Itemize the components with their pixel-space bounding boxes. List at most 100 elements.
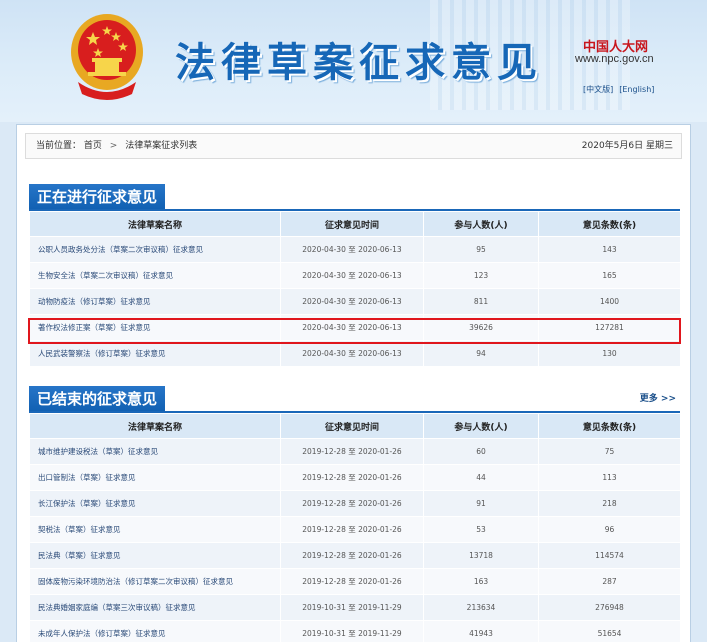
- participants-cell: 44: [423, 464, 539, 491]
- draft-link[interactable]: 生物安全法（草案二次审议稿）征求意见: [38, 271, 173, 280]
- draft-name-cell: 民法典（草案）征求意见: [29, 542, 281, 569]
- draft-link[interactable]: 城市维护建设税法（草案）征求意见: [38, 447, 158, 456]
- column-header-name: 法律草案名称: [29, 413, 281, 439]
- participants-cell: 60: [423, 438, 539, 465]
- comments-cell: 1400: [538, 288, 681, 315]
- breadcrumb: 当前位置： 首页 > 法律草案征求列表: [36, 134, 197, 158]
- ongoing-section-heading: 正在进行征求意见: [29, 184, 166, 210]
- comments-cell: 130: [538, 340, 681, 367]
- table-row: 公职人员政务处分法（草案二次审议稿）征求意见 2020-04-30 至 2020…: [29, 236, 681, 263]
- comments-cell: 143: [538, 236, 681, 263]
- table-row: 著作权法修正案（草案）征求意见 2020-04-30 至 2020-06-13 …: [29, 314, 681, 341]
- participants-cell: 53: [423, 516, 539, 543]
- period-cell: 2019-12-28 至 2020-01-26: [280, 568, 424, 595]
- participants-cell: 39626: [423, 314, 539, 341]
- comments-cell: 127281: [538, 314, 681, 341]
- draft-link[interactable]: 长江保护法（草案）征求意见: [38, 499, 136, 508]
- draft-link[interactable]: 公职人员政务处分法（草案二次审议稿）征求意见: [38, 245, 203, 254]
- site-banner: 法律草案征求意见 中国人大网 www.npc.gov.cn [中文版] [Engl…: [0, 0, 707, 122]
- column-header-people: 参与人数(人): [423, 211, 539, 237]
- breadcrumb-separator: >: [109, 141, 118, 151]
- table-row: 民法典婚姻家庭编（草案三次审议稿）征求意见 2019-10-31 至 2019-…: [29, 594, 681, 621]
- draft-link[interactable]: 出口管制法（草案）征求意见: [38, 473, 136, 482]
- period-cell: 2019-12-28 至 2020-01-26: [280, 542, 424, 569]
- comments-cell: 287: [538, 568, 681, 595]
- column-header-count: 意见条数(条): [538, 211, 681, 237]
- draft-link[interactable]: 民法典（草案）征求意见: [38, 551, 121, 560]
- period-cell: 2019-12-28 至 2020-01-26: [280, 438, 424, 465]
- content-panel: 当前位置： 首页 > 法律草案征求列表 2020年5月6日 星期三 正在进行征求…: [16, 124, 691, 642]
- closed-section-heading: 已结束的征求意见: [29, 386, 166, 412]
- period-cell: 2020-04-30 至 2020-06-13: [280, 340, 424, 367]
- draft-name-cell: 固体废物污染环境防治法（修订草案二次审议稿）征求意见: [29, 568, 281, 595]
- period-cell: 2019-10-31 至 2019-11-29: [280, 620, 424, 642]
- table-row: 人民武装警察法（修订草案）征求意见 2020-04-30 至 2020-06-1…: [29, 340, 681, 367]
- lang-english-link[interactable]: [English]: [619, 85, 654, 94]
- comments-cell: 114574: [538, 542, 681, 569]
- participants-cell: 91: [423, 490, 539, 517]
- draft-link[interactable]: 动物防疫法（修订草案）征求意见: [38, 297, 151, 306]
- more-link[interactable]: 更多 >>: [640, 391, 676, 404]
- draft-name-cell: 生物安全法（草案二次审议稿）征求意见: [29, 262, 281, 289]
- draft-link[interactable]: 未成年人保护法（修订草案）征求意见: [38, 629, 166, 638]
- closed-table: 法律草案名称 征求意见时间 参与人数(人) 意见条数(条) 城市维护建设税法（草…: [29, 413, 681, 642]
- draft-link[interactable]: 固体废物污染环境防治法（修订草案二次审议稿）征求意见: [38, 577, 233, 586]
- table-row: 长江保护法（草案）征求意见 2019-12-28 至 2020-01-26 91…: [29, 490, 681, 517]
- table-row: 固体废物污染环境防治法（修订草案二次审议稿）征求意见 2019-12-28 至 …: [29, 568, 681, 595]
- national-emblem-icon: [71, 14, 143, 100]
- draft-name-cell: 未成年人保护法（修订草案）征求意见: [29, 620, 281, 642]
- breadcrumb-prefix: 当前位置：: [36, 141, 82, 151]
- participants-cell: 95: [423, 236, 539, 263]
- table-row: 契税法（草案）征求意见 2019-12-28 至 2020-01-26 53 9…: [29, 516, 681, 543]
- participants-cell: 41943: [423, 620, 539, 642]
- draft-link[interactable]: 契税法（草案）征求意见: [38, 525, 121, 534]
- draft-name-cell: 公职人员政务处分法（草案二次审议稿）征求意见: [29, 236, 281, 263]
- table-row: 出口管制法（草案）征求意见 2019-12-28 至 2020-01-26 44…: [29, 464, 681, 491]
- table-row: 民法典（草案）征求意见 2019-12-28 至 2020-01-26 1371…: [29, 542, 681, 569]
- period-cell: 2019-12-28 至 2020-01-26: [280, 490, 424, 517]
- breadcrumb-bar: 当前位置： 首页 > 法律草案征求列表 2020年5月6日 星期三: [25, 133, 682, 159]
- breadcrumb-current: 法律草案征求列表: [125, 141, 198, 151]
- draft-name-cell: 出口管制法（草案）征求意见: [29, 464, 281, 491]
- draft-name-cell: 动物防疫法（修订草案）征求意见: [29, 288, 281, 315]
- current-date: 2020年5月6日 星期三: [581, 141, 673, 151]
- comments-cell: 276948: [538, 594, 681, 621]
- draft-link[interactable]: 人民武装警察法（修订草案）征求意见: [38, 349, 166, 358]
- table-row: 未成年人保护法（修订草案）征求意见 2019-10-31 至 2019-11-2…: [29, 620, 681, 642]
- comments-cell: 75: [538, 438, 681, 465]
- table-header-row: 法律草案名称 征求意见时间 参与人数(人) 意见条数(条): [29, 211, 681, 237]
- lang-chinese-link[interactable]: [中文版]: [583, 85, 613, 94]
- draft-link[interactable]: 著作权法修正案（草案）征求意见: [38, 323, 151, 332]
- comments-cell: 113: [538, 464, 681, 491]
- column-header-name: 法律草案名称: [29, 211, 281, 237]
- period-cell: 2019-12-28 至 2020-01-26: [280, 516, 424, 543]
- breadcrumb-home-link[interactable]: 首页: [84, 141, 102, 151]
- table-header-row: 法律草案名称 征求意见时间 参与人数(人) 意见条数(条): [29, 413, 681, 439]
- draft-link[interactable]: 民法典婚姻家庭编（草案三次审议稿）征求意见: [38, 603, 196, 612]
- period-cell: 2020-04-30 至 2020-06-13: [280, 288, 424, 315]
- participants-cell: 213634: [423, 594, 539, 621]
- participants-cell: 13718: [423, 542, 539, 569]
- column-header-count: 意见条数(条): [538, 413, 681, 439]
- period-cell: 2019-10-31 至 2019-11-29: [280, 594, 424, 621]
- period-cell: 2020-04-30 至 2020-06-13: [280, 236, 424, 263]
- draft-name-cell: 民法典婚姻家庭编（草案三次审议稿）征求意见: [29, 594, 281, 621]
- period-cell: 2020-04-30 至 2020-06-13: [280, 262, 424, 289]
- participants-cell: 163: [423, 568, 539, 595]
- period-cell: 2020-04-30 至 2020-06-13: [280, 314, 424, 341]
- period-cell: 2019-12-28 至 2020-01-26: [280, 464, 424, 491]
- ongoing-table: 法律草案名称 征求意见时间 参与人数(人) 意见条数(条) 公职人员政务处分法（…: [29, 211, 681, 367]
- table-row: 动物防疫法（修订草案）征求意见 2020-04-30 至 2020-06-13 …: [29, 288, 681, 315]
- language-switcher: [中文版] [English]: [583, 84, 660, 95]
- comments-cell: 218: [538, 490, 681, 517]
- npc-url[interactable]: www.npc.gov.cn: [575, 53, 654, 65]
- comments-cell: 165: [538, 262, 681, 289]
- participants-cell: 811: [423, 288, 539, 315]
- draft-name-cell: 城市维护建设税法（草案）征求意见: [29, 438, 281, 465]
- comments-cell: 51654: [538, 620, 681, 642]
- participants-cell: 123: [423, 262, 539, 289]
- draft-name-cell: 人民武装警察法（修订草案）征求意见: [29, 340, 281, 367]
- comments-cell: 96: [538, 516, 681, 543]
- participants-cell: 94: [423, 340, 539, 367]
- draft-name-cell: 契税法（草案）征求意见: [29, 516, 281, 543]
